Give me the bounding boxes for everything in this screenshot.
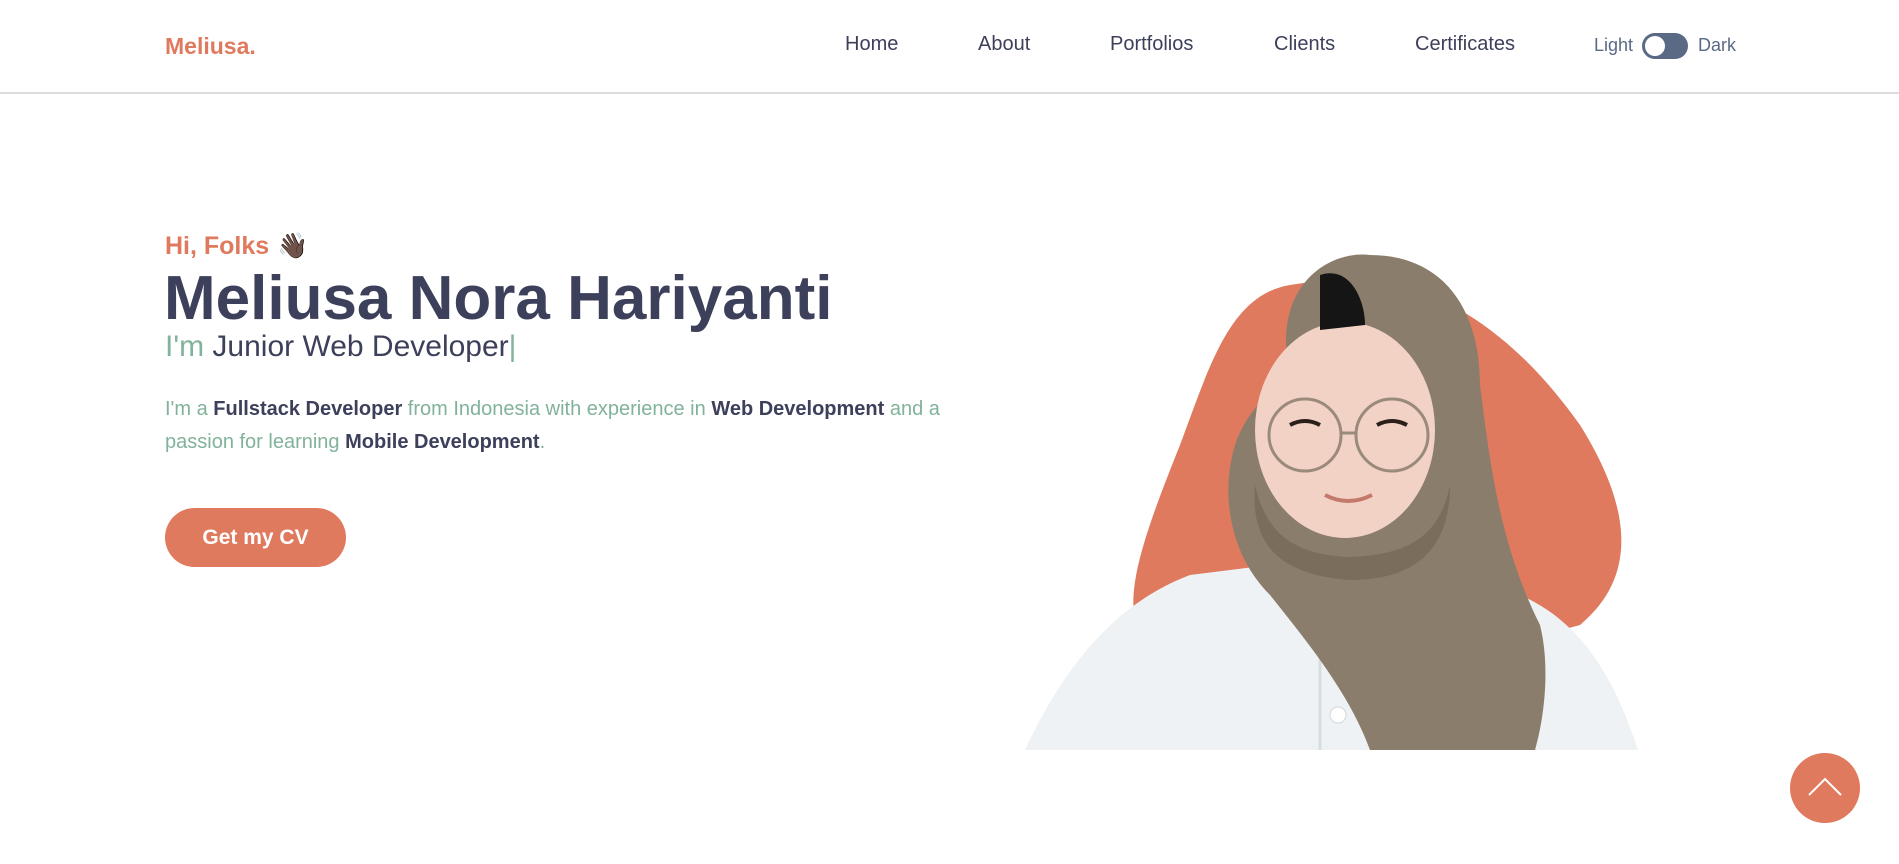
greeting-text: Hi, Folks [165, 232, 270, 260]
desc-text-2: from Indonesia with experience in [402, 398, 712, 420]
hero-role: I'm Junior Web Developer| [165, 330, 516, 364]
profile-portrait [1020, 245, 1660, 755]
nav-clients[interactable]: Clients [1274, 33, 1335, 56]
portrait-image [1025, 254, 1638, 750]
desc-text-4: . [539, 431, 546, 453]
desc-bold-web: Web Development [711, 398, 885, 420]
get-cv-button[interactable]: Get my CV [165, 508, 346, 567]
page: Meliusa. Home About Portfolios Clients C… [0, 0, 1899, 864]
hero-description: I'm a Fullstack Developer from Indonesia… [165, 393, 945, 459]
nav-certificates[interactable]: Certificates [1415, 33, 1515, 56]
desc-bold-fullstack: Fullstack Developer [213, 398, 403, 420]
hero-greeting: Hi, Folks 👋🏿 [165, 232, 308, 261]
waving-hand-icon: 👋🏿 [277, 232, 309, 260]
nav-home[interactable]: Home [845, 33, 898, 56]
hero-name: Meliusa Nora Hariyanti [164, 264, 833, 333]
nav-portfolios[interactable]: Portfolios [1110, 33, 1193, 56]
desc-bold-mobile: Mobile Development [345, 431, 540, 453]
site-header: Meliusa. Home About Portfolios Clients C… [0, 0, 1899, 94]
theme-switch-knob [1645, 36, 1665, 56]
theme-switch[interactable] [1642, 33, 1688, 59]
typing-cursor: | [508, 330, 517, 363]
theme-light-label: Light [1594, 35, 1634, 55]
role-title: Junior Web Developer [212, 330, 509, 363]
nav-about[interactable]: About [978, 33, 1030, 56]
role-prefix: I'm [165, 330, 205, 363]
theme-dark-label: Dark [1698, 35, 1737, 55]
chevron-up-icon [1808, 777, 1842, 796]
scroll-to-top-button[interactable] [1790, 753, 1860, 823]
desc-text-1: I'm a [165, 398, 214, 420]
